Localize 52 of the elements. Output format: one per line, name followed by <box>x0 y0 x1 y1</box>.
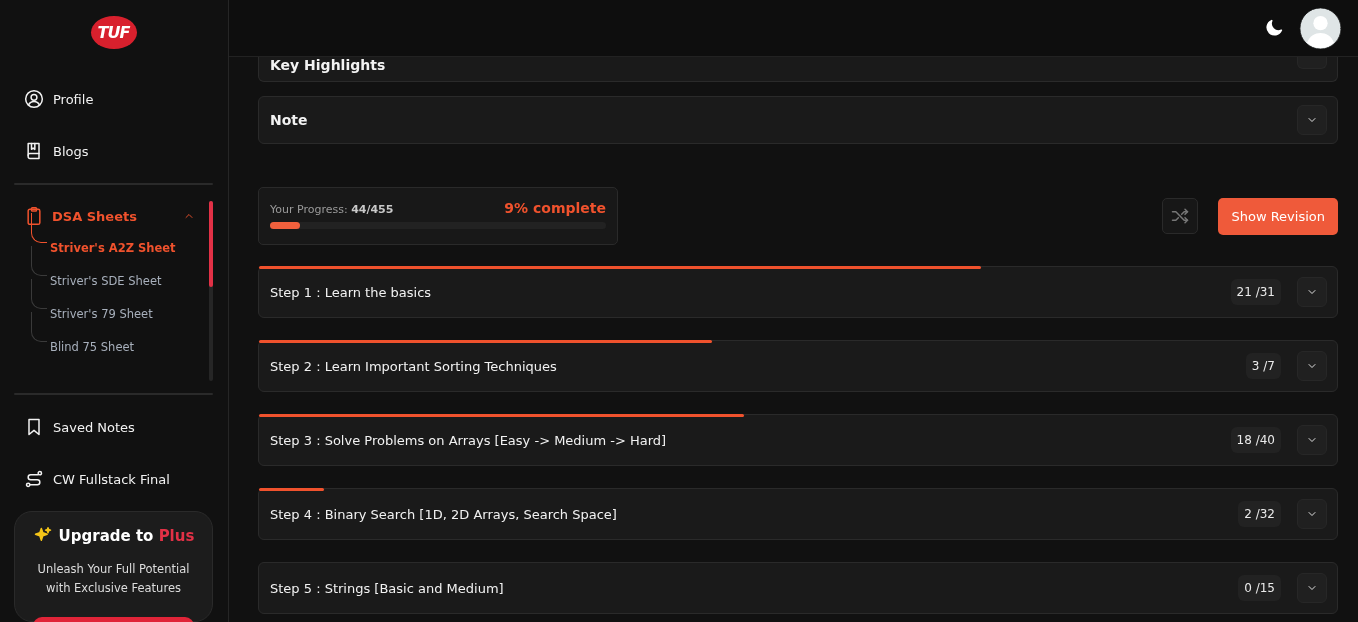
expand-button[interactable] <box>1297 277 1327 307</box>
sidebar-item[interactable]: Profile <box>14 73 213 126</box>
section-title: Note <box>270 112 309 128</box>
sidebar-group-header[interactable]: DSA Sheets <box>14 201 205 232</box>
sidebar-item[interactable]: Saved Notes <box>14 401 213 454</box>
step-card[interactable]: Step 2 : Learn Important Sorting Techniques 3 /7 <box>258 340 1338 392</box>
sheet-link[interactable]: Striver's A2Z Sheet <box>50 240 176 255</box>
expand-button[interactable] <box>1297 57 1327 69</box>
logo[interactable]: TUF <box>90 16 137 50</box>
sheet-link[interactable]: Blind 75 Sheet <box>50 339 135 354</box>
tree-line <box>31 312 47 343</box>
step-title: Step 3 : Solve Problems on Arrays [Easy -> Medium -> Hard] <box>270 432 668 448</box>
step-card[interactable]: Step 3 : Solve Problems on Arrays [Easy -> Medium -> Hard] 18 /40 <box>258 414 1338 466</box>
step-card[interactable]: Step 4 : Binary Search [1D, 2D Arrays, Search Space] 2 /32 <box>258 488 1338 540</box>
sheet-link[interactable]: Striver's 79 Sheet <box>50 306 153 321</box>
user-icon <box>24 89 44 110</box>
expand-button[interactable] <box>1297 105 1327 135</box>
step-count: 18 /40 <box>1230 427 1281 453</box>
sidebar-item[interactable]: CW Fullstack Final <box>14 453 213 506</box>
expand-button[interactable] <box>1297 425 1327 455</box>
route-icon <box>24 469 44 490</box>
expand-button[interactable] <box>1297 499 1327 529</box>
section-title: Key Highlights <box>270 57 387 73</box>
clipboard-icon <box>24 206 44 227</box>
section-card[interactable]: Key Highlights <box>258 57 1338 82</box>
step-count: 3 /7 <box>1245 353 1281 379</box>
expand-button[interactable] <box>1297 351 1327 381</box>
step-title: Step 4 : Binary Search [1D, 2D Arrays, Search Space] <box>270 506 618 522</box>
tree-line <box>31 279 47 310</box>
upgrade-title: Upgrade to Plus <box>58 527 195 546</box>
scrollbar[interactable] <box>209 201 213 382</box>
section-card[interactable]: Note <box>258 96 1338 144</box>
step-count: 2 /32 <box>1238 501 1281 527</box>
expand-button[interactable] <box>1297 573 1327 603</box>
step-count: 0 /15 <box>1238 575 1281 601</box>
sidebar-item[interactable]: Blogs <box>14 125 213 178</box>
upgrade-text: Unleash Your Full Potential with Exclusive Features <box>36 561 191 598</box>
progress-label: Your Progress: 44/455 <box>270 203 394 216</box>
shuffle-icon <box>1170 206 1191 226</box>
step-title: Step 5 : Strings [Basic and Medium] <box>270 580 505 596</box>
avatar-icon[interactable] <box>1299 6 1342 50</box>
sheet-link[interactable]: Striver's SDE Sheet <box>50 273 162 288</box>
step-count: 21 /31 <box>1230 279 1281 305</box>
moon-icon[interactable] <box>1263 17 1285 39</box>
tree-line <box>31 213 47 244</box>
shuffle-button[interactable] <box>1162 198 1199 234</box>
step-title: Step 2 : Learn Important Sorting Techniques <box>270 358 558 374</box>
step-title: Step 1 : Learn the basics <box>270 284 433 300</box>
step-card[interactable]: Step 5 : Strings [Basic and Medium] 0 /15 <box>258 562 1338 614</box>
progress-percent: 9% complete <box>504 200 606 216</box>
step-card[interactable]: Step 1 : Learn the basics 21 /31 <box>258 266 1338 318</box>
tree-line <box>31 246 47 277</box>
